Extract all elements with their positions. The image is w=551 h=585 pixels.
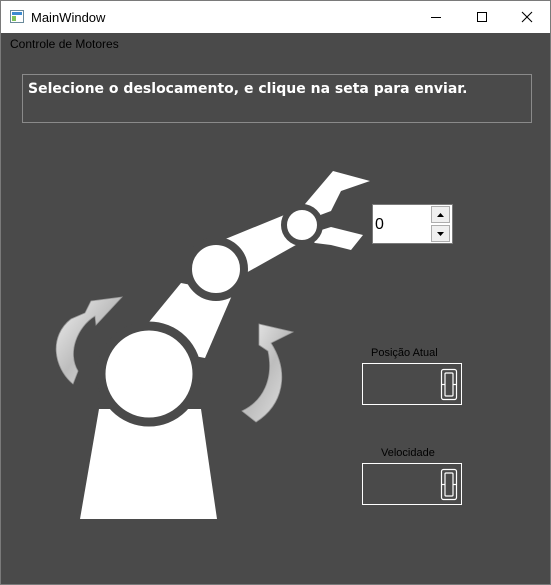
chevron-up-icon xyxy=(437,212,444,217)
minimize-icon xyxy=(431,17,441,18)
instructions-box: Selecione o deslocamento, e clique na se… xyxy=(22,74,532,123)
spin-down-button[interactable] xyxy=(431,225,450,242)
position-label: Posição Atual xyxy=(371,347,438,359)
robot-arm-icon xyxy=(55,171,370,519)
rotate-right-arrow-icon xyxy=(241,323,295,423)
title-bar[interactable]: MainWindow xyxy=(1,1,550,33)
close-button[interactable] xyxy=(504,1,550,33)
displacement-spinbox[interactable]: 0 xyxy=(372,204,453,244)
spin-buttons xyxy=(431,206,450,242)
position-lcd xyxy=(362,363,462,405)
displacement-value[interactable]: 0 xyxy=(375,216,384,234)
speed-lcd xyxy=(362,463,462,505)
chevron-down-icon xyxy=(437,231,444,236)
maximize-icon xyxy=(477,12,487,22)
close-icon xyxy=(521,11,533,23)
maximize-button[interactable] xyxy=(459,1,505,33)
instructions-text: Selecione o deslocamento, e clique na se… xyxy=(28,81,468,97)
minimize-button[interactable] xyxy=(413,1,459,33)
menu-title: Controle de Motores xyxy=(10,37,119,51)
speed-label: Velocidade xyxy=(381,447,435,459)
main-window: MainWindow Controle de Motores Selecione… xyxy=(0,0,551,585)
spin-up-button[interactable] xyxy=(431,206,450,223)
speed-lcd-digit xyxy=(440,468,458,501)
app-icon xyxy=(10,10,24,23)
position-lcd-digit xyxy=(440,368,458,401)
window-title: MainWindow xyxy=(31,10,106,25)
